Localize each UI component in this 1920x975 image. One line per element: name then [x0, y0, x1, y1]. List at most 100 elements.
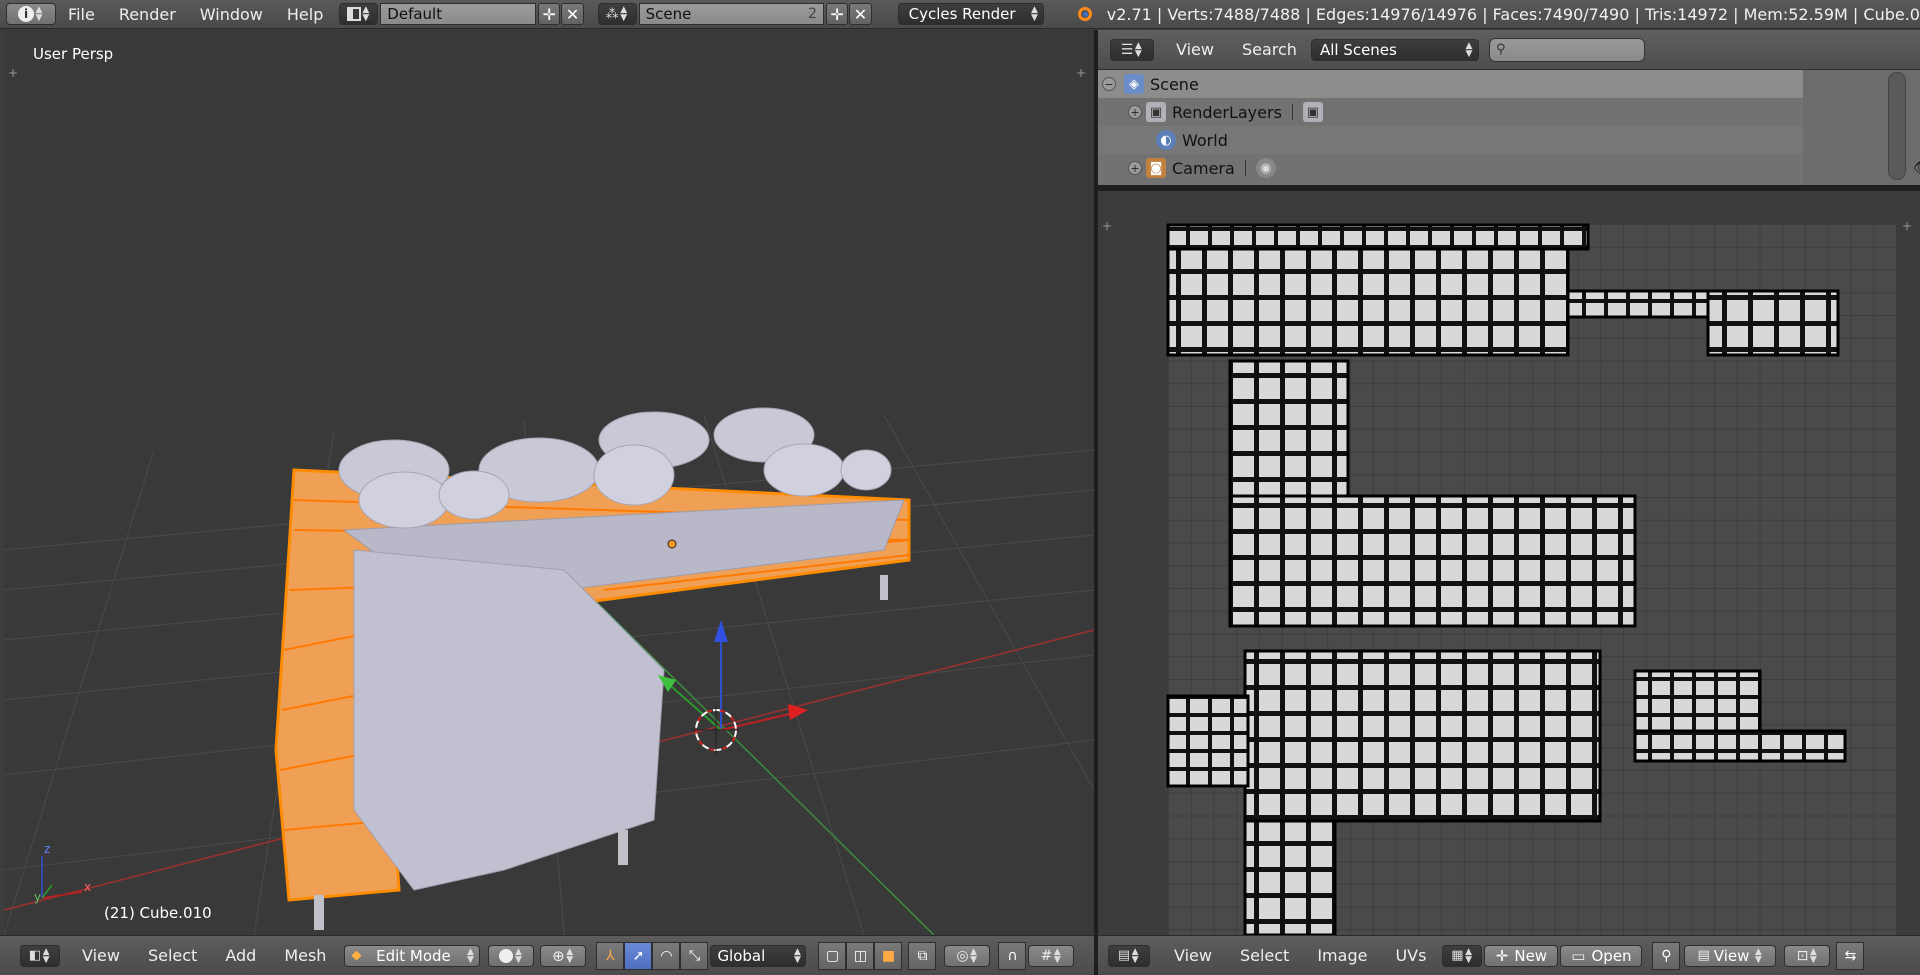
new-image-button[interactable]: ✛ New: [1484, 944, 1559, 967]
menu-add[interactable]: Add: [211, 946, 270, 965]
uv-island[interactable]: [1566, 289, 1710, 319]
edge-select-button[interactable]: ◫: [846, 941, 875, 970]
remove-layout-button[interactable]: ✕: [561, 3, 584, 25]
uv-image-editor[interactable]: + +: [1098, 191, 1920, 935]
image-mode-dropdown[interactable]: ▤ View ▲ ▼: [1684, 944, 1777, 967]
scene-name-field[interactable]: Scene 2: [638, 3, 824, 25]
outliner-label: RenderLayers: [1172, 102, 1282, 122]
uv-island[interactable]: [1166, 223, 1590, 251]
outliner-label: Camera: [1172, 158, 1235, 178]
menu-mesh[interactable]: Mesh: [270, 946, 340, 965]
open-image-button[interactable]: ▭ Open: [1560, 944, 1643, 967]
menu-help[interactable]: Help: [275, 5, 335, 24]
sofa-mesh-selected[interactable]: [274, 407, 911, 930]
screen-layout-dropdown[interactable]: ▲ ▼: [339, 3, 379, 25]
region-expand-left-icon[interactable]: +: [1100, 219, 1114, 233]
uv-island[interactable]: [1243, 649, 1602, 823]
3d-viewport[interactable]: User Persp z x y (21) Cube.010 + +: [4, 30, 1094, 935]
render-engine-dropdown[interactable]: Cycles Render ▲ ▼: [897, 3, 1045, 25]
editor-type-3d-dropdown[interactable]: ◧ ▲ ▼: [20, 944, 60, 967]
menu-render[interactable]: Render: [107, 5, 188, 24]
collapse-toggle-icon[interactable]: −: [1102, 77, 1116, 91]
uv-sync-selection-button[interactable]: ⇆: [1836, 941, 1865, 970]
uv-island[interactable]: [1706, 289, 1840, 357]
scale-manipulator-button[interactable]: ⤡: [680, 941, 709, 970]
scene-type-dropdown[interactable]: ⁂ ▲ ▼: [597, 3, 637, 25]
uv-island[interactable]: [1633, 729, 1847, 763]
uv-islands[interactable]: [1098, 191, 1920, 935]
region-expand-left-icon[interactable]: +: [6, 66, 20, 80]
pin-image-button[interactable]: ⚲: [1652, 941, 1681, 970]
manipulator-toggle-button[interactable]: ⅄: [596, 941, 625, 970]
face-select-button[interactable]: ■: [874, 941, 903, 970]
transform-orientation-dropdown[interactable]: Global ▲ ▼: [710, 944, 807, 967]
outliner-search-input[interactable]: ⚲: [1488, 37, 1645, 62]
transform-manipulator[interactable]: [658, 620, 808, 731]
uv-island[interactable]: [1166, 247, 1570, 357]
outliner-row-scene[interactable]: − ◈ Scene: [1098, 70, 1803, 98]
uv-menu-image[interactable]: Image: [1303, 946, 1381, 965]
uv-menu-select[interactable]: Select: [1226, 946, 1303, 965]
viewport-shading-dropdown[interactable]: ▲ ▼: [488, 944, 535, 967]
uv-island[interactable]: [1633, 669, 1762, 733]
rotate-manipulator-button[interactable]: ◠: [652, 941, 681, 970]
menu-file[interactable]: File: [56, 5, 107, 24]
manipulator-axes-icon: ⅄: [606, 947, 615, 964]
interaction-mode-dropdown[interactable]: ◆ Edit Mode ▲ ▼: [344, 944, 481, 967]
region-expand-right-icon[interactable]: +: [1900, 219, 1914, 233]
search-icon: ⚲: [1495, 42, 1506, 57]
menu-window[interactable]: Window: [188, 5, 275, 24]
pivot-point-dropdown[interactable]: ⊕ ▲ ▼: [540, 944, 587, 967]
uv-island[interactable]: [1243, 819, 1337, 935]
editor-type-info-dropdown[interactable]: i ▲ ▼: [6, 3, 57, 25]
expand-toggle-icon[interactable]: +: [1128, 105, 1142, 119]
uv-editor-header: ▤ ▲ ▼ View Select Image UVs ▦ ▲ ▼ ✛ New ▭ …: [1098, 935, 1920, 975]
vertex-select-button[interactable]: ▢: [818, 941, 847, 970]
limit-selection-button[interactable]: ⧉: [908, 941, 937, 970]
outliner-menu-search[interactable]: Search: [1228, 40, 1311, 59]
outliner-scrollbar[interactable]: [1888, 72, 1906, 180]
outliner-menu-view[interactable]: View: [1162, 40, 1228, 59]
3d-cursor[interactable]: [692, 706, 740, 754]
image-browse-icon: ▦: [1451, 948, 1464, 963]
proportional-icon: ◎: [956, 947, 969, 964]
uv-island[interactable]: [1166, 694, 1250, 788]
uv-island[interactable]: [1228, 359, 1350, 503]
menu-select[interactable]: Select: [134, 946, 211, 965]
outliner-row-world[interactable]: ◐ World: [1098, 126, 1803, 154]
expand-toggle-icon[interactable]: +: [1128, 161, 1142, 175]
3d-view-icon: ◧: [28, 948, 42, 963]
magnet-icon: ∩: [1007, 947, 1018, 964]
uv-menu-uvs[interactable]: UVs: [1381, 946, 1440, 965]
proportional-editing-dropdown[interactable]: ◎ ▲ ▼: [944, 944, 991, 967]
outliner-row-camera[interactable]: + ◙ Camera ◉: [1098, 154, 1803, 182]
visibility-eye-icon[interactable]: 👁: [1913, 158, 1920, 177]
plus-icon: ✛: [830, 4, 844, 24]
world-icon: ◐: [1156, 130, 1176, 150]
info-header: i ▲ ▼ File Render Window Help ▲ ▼ Default …: [0, 0, 1920, 29]
editor-type-uv-dropdown[interactable]: ▤ ▲ ▼: [1108, 944, 1150, 967]
region-expand-right-icon[interactable]: +: [1074, 66, 1088, 80]
menu-view[interactable]: View: [68, 946, 134, 965]
browse-image-dropdown[interactable]: ▦ ▲ ▼: [1442, 944, 1483, 967]
view-mode-label: View: [1713, 946, 1750, 965]
dropdown-arrows-icon: ▲ ▼: [35, 5, 43, 23]
outliner-tree: − ◈ Scene + ▣ RenderLayers ▣ ◐ World + ◙…: [1098, 70, 1920, 185]
add-scene-button[interactable]: ✛: [825, 3, 849, 25]
uv-island[interactable]: [1228, 494, 1637, 628]
layout-name-field[interactable]: Default: [380, 3, 537, 25]
orientation-label: Global: [717, 946, 766, 965]
uv-menu-view[interactable]: View: [1160, 946, 1226, 965]
axis-z-label: z: [44, 842, 51, 856]
remove-scene-button[interactable]: ✕: [849, 3, 872, 25]
snap-toggle-button[interactable]: ∩: [998, 941, 1027, 970]
snap-element-dropdown[interactable]: # ▲ ▼: [1028, 944, 1075, 967]
viewport-scene[interactable]: [4, 30, 1094, 935]
editor-type-outliner-dropdown[interactable]: ☰ ▲ ▼: [1110, 38, 1154, 61]
scene-name: Scene: [645, 5, 692, 23]
translate-manipulator-button[interactable]: ➚: [624, 941, 653, 970]
outliner-display-mode-dropdown[interactable]: All Scenes ▲ ▼: [1310, 38, 1479, 61]
outliner-row-renderlayers[interactable]: + ▣ RenderLayers ▣: [1098, 98, 1803, 126]
add-layout-button[interactable]: ✛: [538, 3, 561, 25]
uv-pivot-dropdown[interactable]: ⊡ ▲ ▼: [1784, 944, 1831, 967]
